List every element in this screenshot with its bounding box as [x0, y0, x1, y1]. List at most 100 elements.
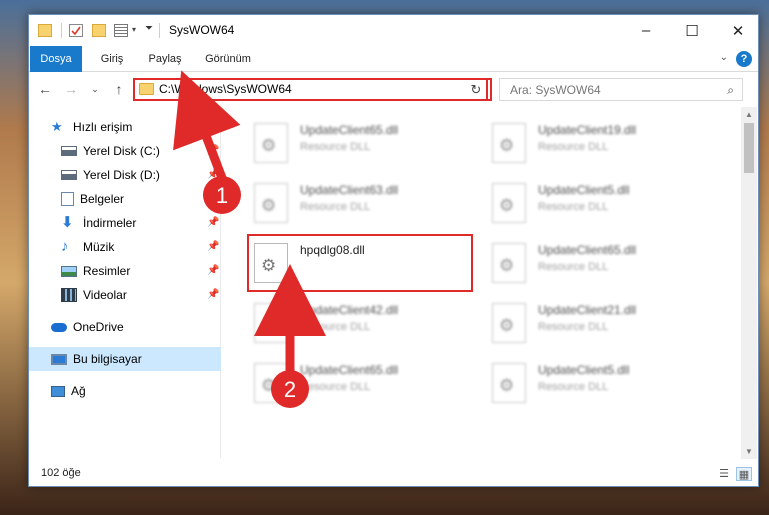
file-name: UpdateClient19.dll [538, 123, 637, 137]
close-button[interactable]: ✕ [715, 15, 761, 46]
arrow-left-icon: ← [38, 81, 52, 97]
search-placeholder: Ara: SysWOW64 [510, 83, 601, 97]
ribbon-expand-icon[interactable]: ⌄ [720, 52, 728, 63]
arrow-up-icon: ↑ [115, 81, 123, 97]
arrow-right-icon: → [64, 81, 78, 97]
sidebar-item-network[interactable]: Ağ [29, 379, 221, 403]
pin-icon[interactable]: 📌 [207, 193, 219, 205]
file-name: UpdateClient65.dll [300, 123, 399, 137]
vertical-scrollbar[interactable]: ▲ ▼ [741, 107, 757, 459]
up-button[interactable]: ↑ [109, 79, 129, 99]
file-description: Resource DLL [538, 201, 609, 213]
search-box[interactable]: Ara: SysWOW64 ⌕ [499, 78, 743, 101]
search-icon[interactable]: ⌕ [727, 83, 734, 98]
sidebar-item-label: OneDrive [73, 320, 124, 334]
folder-icon [38, 24, 52, 37]
documents-icon [61, 192, 74, 206]
file-description: Resource DLL [300, 321, 371, 333]
file-item[interactable]: ⚙ UpdateClient19.dll Resource DLL [488, 117, 718, 169]
tiles-view-button[interactable]: ▦ [736, 467, 752, 481]
pin-icon[interactable]: 📌 [207, 265, 219, 277]
file-description: Resource DLL [300, 381, 371, 393]
qat-separator [159, 23, 160, 38]
file-name: UpdateClient5.dll [538, 183, 630, 197]
tab-view[interactable]: Görünüm [197, 46, 259, 72]
sidebar-item-documents[interactable]: Belgeler 📌 [29, 187, 221, 211]
qat-separator [61, 23, 62, 38]
dll-file-icon: ⚙ [254, 303, 288, 343]
details-view-button[interactable]: ☰ [716, 467, 732, 481]
file-name: UpdateClient63.dll [300, 183, 399, 197]
customize-chevron-icon[interactable]: ▾ [132, 25, 136, 34]
dll-file-icon: ⚙ [492, 123, 526, 163]
file-highlight-box [247, 234, 473, 292]
file-item[interactable]: ⚙ UpdateClient65.dll Resource DLL [250, 117, 480, 169]
sidebar-item-label: Ağ [71, 384, 86, 398]
status-bar: 102 öğe ☰ ▦ [29, 462, 758, 486]
file-item[interactable]: ⚙ UpdateClient63.dll Resource DLL [250, 177, 480, 229]
file-item[interactable]: ⚙ UpdateClient65.dll Resource DLL [488, 237, 718, 289]
sidebar-item-downloads[interactable]: ⬇ İndirmeler 📌 [29, 211, 221, 235]
window-title: SysWOW64 [169, 23, 235, 37]
tab-file[interactable]: Dosya [30, 46, 82, 72]
properties-icon[interactable] [69, 24, 83, 37]
new-folder-icon[interactable] [92, 24, 106, 37]
file-description: Resource DLL [538, 261, 609, 273]
tab-home[interactable]: Giriş [91, 46, 133, 72]
sidebar-item-local-disk-d[interactable]: Yerel Disk (D:) 📌 [29, 163, 221, 187]
sidebar-item-quick-access[interactable]: ★ Hızlı erişim [29, 115, 221, 139]
dll-file-icon: ⚙ [254, 363, 288, 403]
customize-view-icon[interactable] [114, 24, 128, 37]
sidebar-item-label: Hızlı erişim [73, 120, 133, 134]
sidebar-item-label: Yerel Disk (C:) [83, 144, 160, 158]
qat-dropdown-icon[interactable]: ⏷ [145, 23, 153, 34]
pin-icon[interactable]: 📌 [207, 289, 219, 301]
sidebar-item-music[interactable]: ♪ Müzik 📌 [29, 235, 221, 259]
sidebar-item-label: Yerel Disk (D:) [83, 168, 160, 182]
file-description: Resource DLL [300, 201, 371, 213]
address-bar[interactable]: C:\Windows\SysWOW64 ⌄ [133, 78, 492, 101]
sidebar-item-this-pc[interactable]: Bu bilgisayar [29, 347, 221, 371]
file-item[interactable]: ⚙ UpdateClient21.dll Resource DLL [488, 297, 718, 349]
pin-icon[interactable]: 📌 [207, 217, 219, 229]
file-item[interactable]: ⚙ UpdateClient5.dll Resource DLL [488, 177, 718, 229]
refresh-icon: ↻ [470, 81, 482, 97]
tab-share[interactable]: Paylaş [140, 46, 190, 72]
scroll-up-icon[interactable]: ▲ [745, 110, 753, 119]
file-name: UpdateClient5.dll [538, 363, 630, 377]
sidebar-item-label: Resimler [83, 264, 131, 278]
pictures-icon [61, 265, 77, 277]
pin-icon[interactable]: 📌 [207, 241, 219, 253]
item-count: 102 öğe [41, 467, 81, 479]
dll-file-icon: ⚙ [492, 363, 526, 403]
file-item[interactable]: ⚙ UpdateClient42.dll Resource DLL [250, 297, 480, 349]
sidebar-item-onedrive[interactable]: OneDrive [29, 315, 221, 339]
scroll-thumb[interactable] [744, 123, 754, 173]
computer-icon [51, 353, 67, 365]
file-name: UpdateClient42.dll [300, 303, 399, 317]
file-item[interactable]: ⚙ UpdateClient5.dll Resource DLL [488, 357, 718, 409]
dll-file-icon: ⚙ [492, 183, 526, 223]
file-item[interactable]: ⚙ UpdateClient65.dll Resource DLL [250, 357, 480, 409]
sidebar-item-pictures[interactable]: Resimler 📌 [29, 259, 221, 283]
pin-icon[interactable]: 📌 [207, 145, 219, 157]
file-description: Resource DLL [300, 141, 371, 153]
maximize-button[interactable]: ☐ [669, 15, 715, 46]
sidebar-item-label: Belgeler [80, 192, 125, 206]
sidebar-item-local-disk-c[interactable]: Yerel Disk (C:) 📌 [29, 139, 221, 163]
minimize-button[interactable]: – [623, 15, 669, 46]
refresh-button[interactable]: ↻ [466, 78, 488, 101]
forward-button[interactable]: → [61, 79, 81, 99]
scroll-down-icon[interactable]: ▼ [745, 447, 753, 456]
network-icon [51, 385, 65, 397]
download-icon: ⬇ [61, 214, 74, 231]
recent-locations-button[interactable]: ⌄ [85, 79, 105, 99]
file-name: UpdateClient65.dll [538, 243, 637, 257]
help-button[interactable]: ? [736, 51, 752, 67]
back-button[interactable]: ← [35, 79, 55, 99]
ribbon-tabs: Dosya Giriş Paylaş Görünüm ⌄ ? [29, 46, 758, 72]
sidebar-item-videos[interactable]: Videolar 📌 [29, 283, 221, 307]
explorer-window: ▾ ⏷ SysWOW64 – ☐ ✕ Dosya Giriş Paylaş Gö… [28, 14, 759, 487]
videos-icon [61, 288, 77, 302]
pin-icon[interactable]: 📌 [207, 169, 219, 181]
